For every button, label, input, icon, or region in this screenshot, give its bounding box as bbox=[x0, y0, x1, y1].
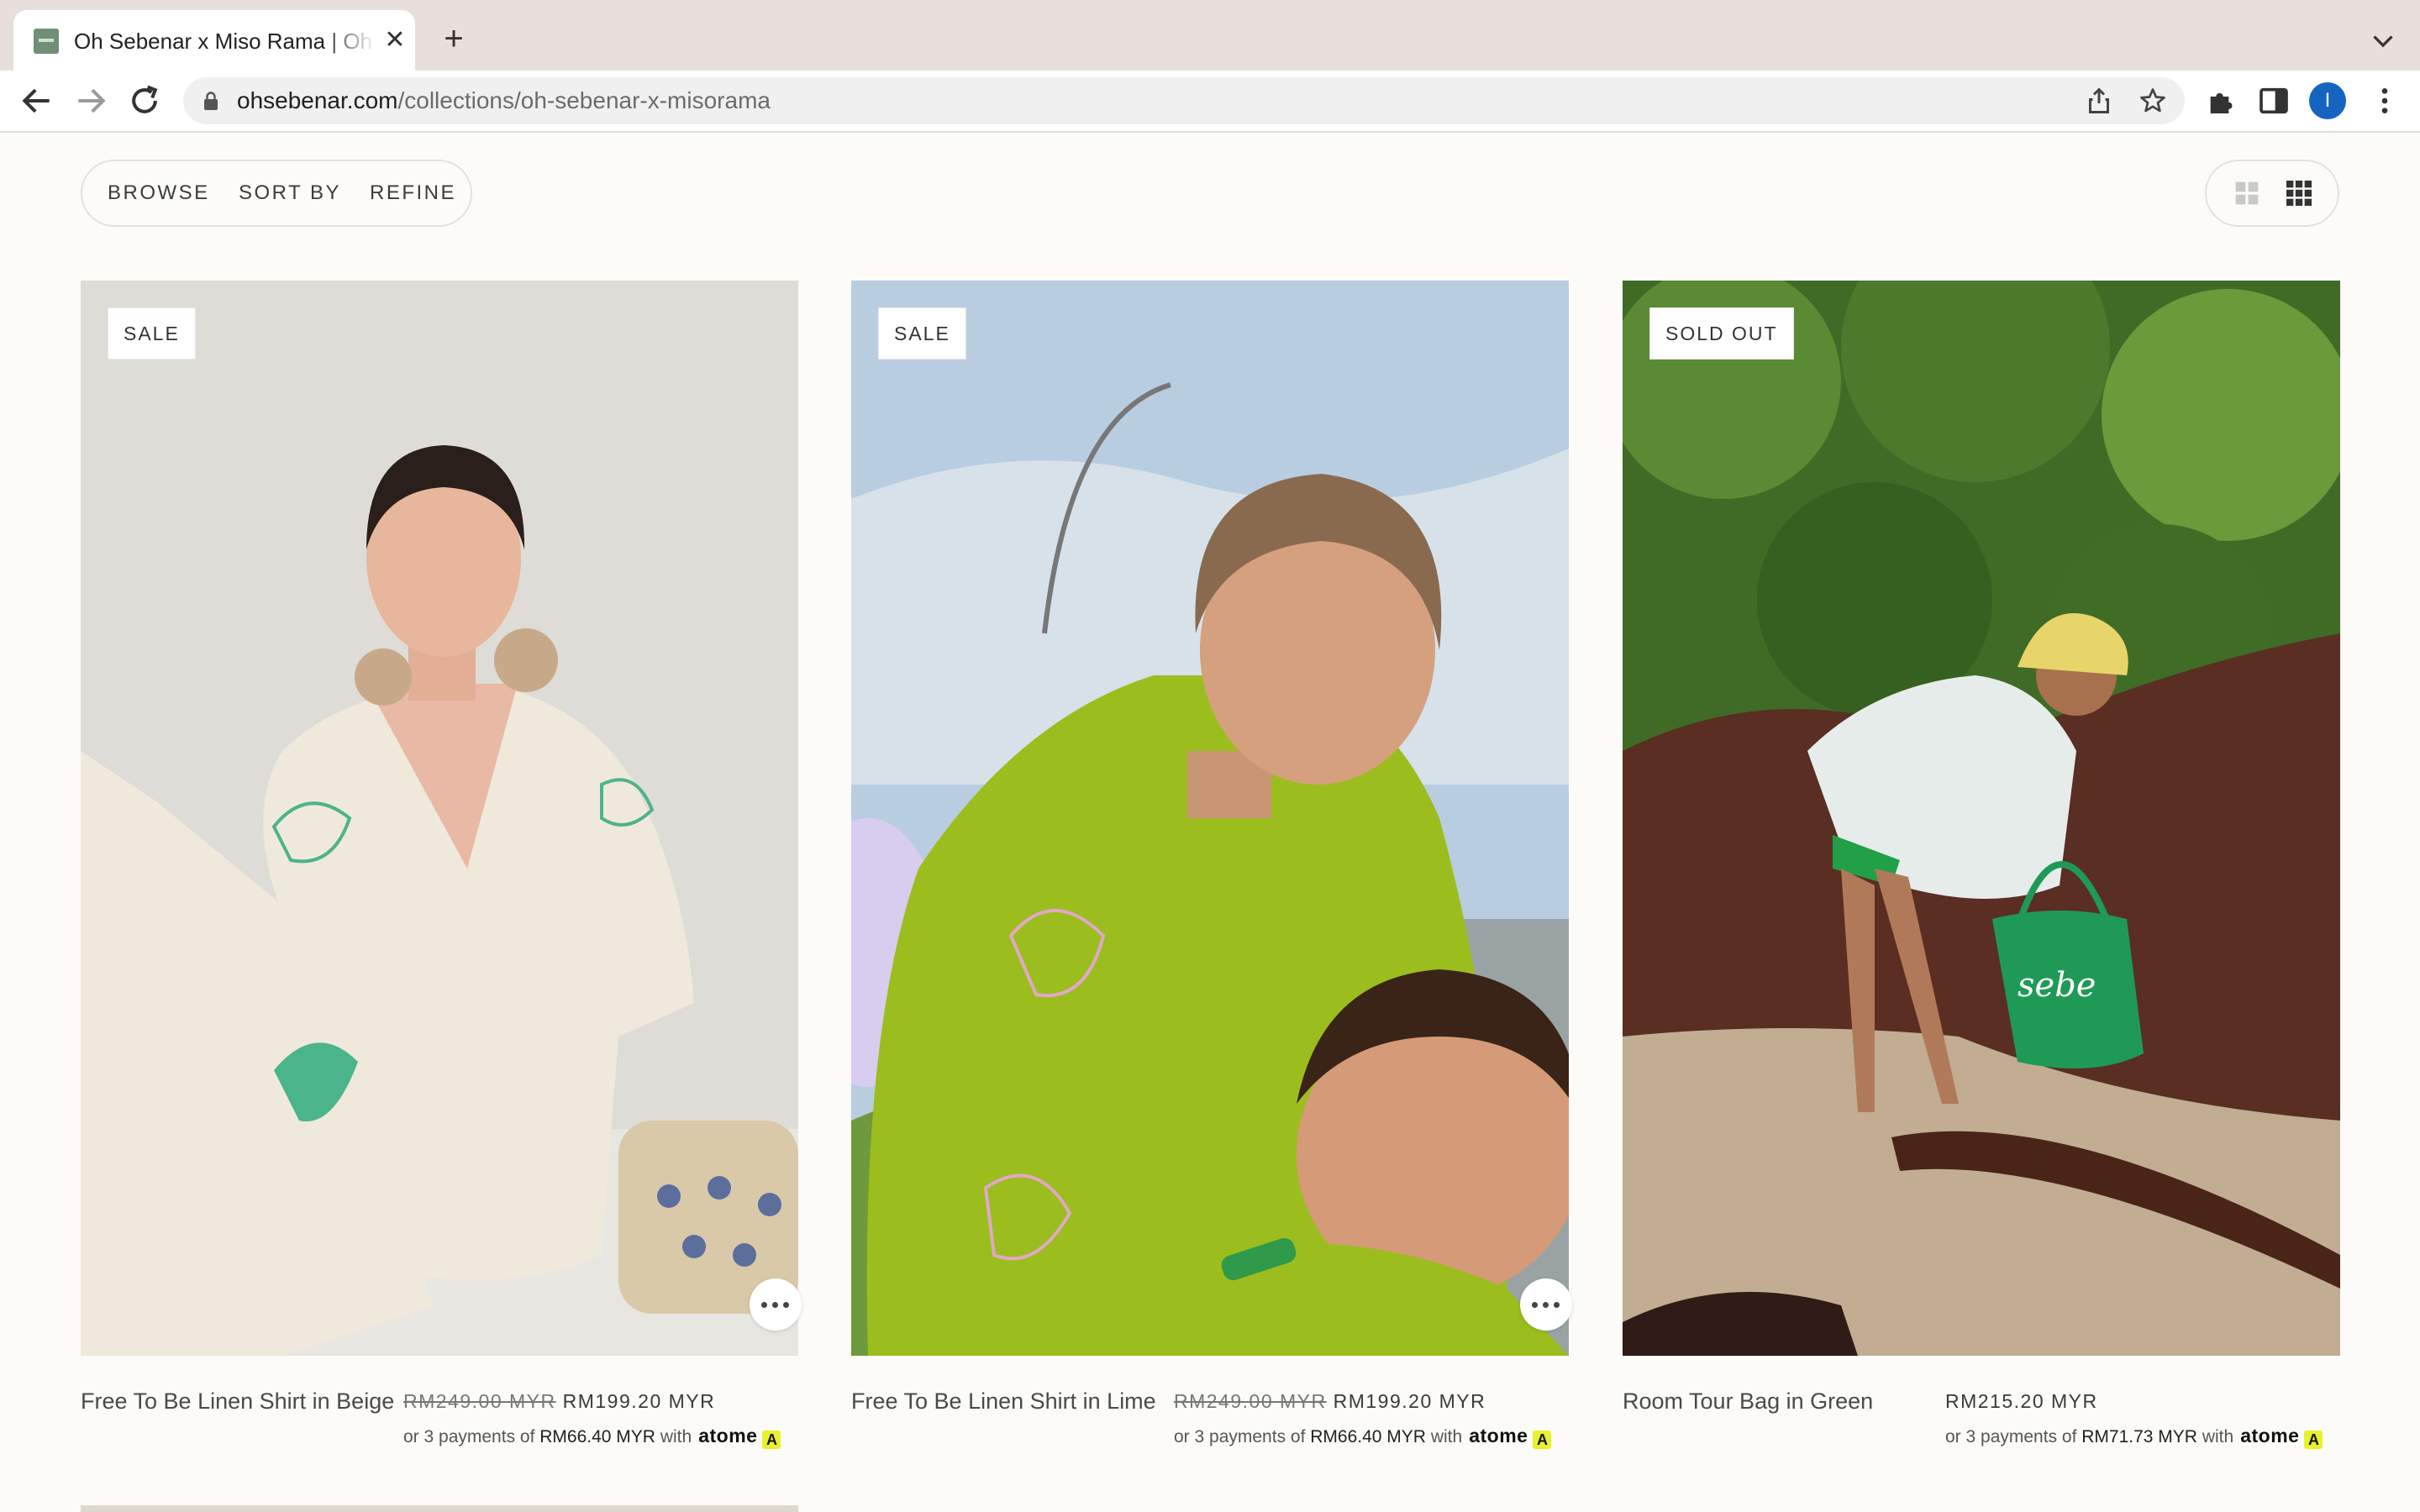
atome-logo[interactable]: atome bbox=[698, 1425, 757, 1446]
product-price: RM215.20 MYR or 3 payments of RM71.73 MY… bbox=[1945, 1386, 2349, 1452]
side-panel-icon[interactable] bbox=[2257, 84, 2291, 118]
tab-search-chevron-icon[interactable] bbox=[2368, 25, 2398, 55]
installment-prefix: or 3 payments of bbox=[1174, 1427, 1306, 1446]
compare-at-price: RM249.00 MYR bbox=[403, 1390, 556, 1412]
reload-icon[interactable] bbox=[126, 82, 163, 119]
installment-with: with bbox=[1430, 1427, 1463, 1446]
bookmark-star-icon[interactable] bbox=[2138, 86, 2168, 116]
installment-info: or 3 payments of RM66.40 MYR with atome A bbox=[1174, 1421, 1577, 1452]
back-arrow-icon[interactable] bbox=[18, 82, 55, 119]
browser-toolbar: ohsebenar.com/collections/oh-sebenar-x-m… bbox=[0, 71, 2420, 133]
next-row-product-image-peek bbox=[81, 1505, 798, 1512]
url-host: ohsebenar.com bbox=[237, 87, 398, 113]
product-name[interactable]: Room Tour Bag in Green bbox=[1623, 1386, 1873, 1416]
extensions-puzzle-icon[interactable] bbox=[2205, 84, 2238, 118]
more-menu-icon[interactable] bbox=[2368, 84, 2402, 118]
sold-out-badge: SOLD OUT bbox=[1649, 307, 1794, 360]
product-name[interactable]: Free To Be Linen Shirt in Beige bbox=[81, 1386, 394, 1416]
installment-with: with bbox=[660, 1427, 692, 1446]
installment-prefix: or 3 payments of bbox=[1945, 1427, 2077, 1446]
atome-mark-icon: A bbox=[762, 1431, 781, 1449]
atome-logo[interactable]: atome bbox=[1469, 1425, 1528, 1446]
browser-tab-strip: Oh Sebenar x Miso Rama | Oh Sebenar ✕ + bbox=[0, 0, 2420, 71]
installment-info: or 3 payments of RM71.73 MYR with atome A bbox=[1945, 1421, 2349, 1452]
installment-with: with bbox=[2202, 1427, 2234, 1446]
quick-view-button[interactable] bbox=[1520, 1278, 1572, 1331]
sale-price: RM199.20 MYR bbox=[1333, 1390, 1486, 1412]
installment-prefix: or 3 payments of bbox=[403, 1427, 535, 1446]
share-icon[interactable] bbox=[2084, 86, 2114, 116]
product-name[interactable]: Free To Be Linen Shirt in Lime bbox=[851, 1386, 1156, 1416]
browse-button[interactable]: BROWSE bbox=[108, 161, 210, 225]
site-favicon-icon bbox=[34, 29, 59, 54]
grid-view-toggle bbox=[2205, 160, 2339, 227]
installment-amount: RM66.40 MYR bbox=[1310, 1427, 1426, 1446]
large-grid-icon[interactable] bbox=[2230, 176, 2264, 210]
sale-price: RM199.20 MYR bbox=[562, 1390, 716, 1412]
atome-logo[interactable]: atome bbox=[2240, 1425, 2299, 1446]
profile-avatar[interactable]: I bbox=[2309, 82, 2346, 119]
product-image-green-bag[interactable]: sebe bbox=[1623, 281, 2340, 1356]
address-bar[interactable]: ohsebenar.com/collections/oh-sebenar-x-m… bbox=[183, 77, 2185, 124]
compare-at-price: RM249.00 MYR bbox=[1174, 1390, 1327, 1412]
small-grid-icon[interactable] bbox=[2282, 176, 2316, 210]
browser-tab-active[interactable]: Oh Sebenar x Miso Rama | Oh Sebenar ✕ bbox=[13, 10, 415, 71]
sale-badge: SALE bbox=[878, 307, 966, 360]
forward-arrow-icon[interactable] bbox=[72, 82, 109, 119]
atome-mark-icon: A bbox=[1533, 1431, 1552, 1449]
sale-badge: SALE bbox=[108, 307, 196, 360]
collection-filter-bar: BROWSE SORT BY REFINE bbox=[81, 160, 472, 227]
regular-price: RM215.20 MYR bbox=[1945, 1390, 2098, 1412]
installment-amount: RM66.40 MYR bbox=[539, 1427, 655, 1446]
product-price: RM249.00 MYR RM199.20 MYR or 3 payments o… bbox=[403, 1386, 807, 1452]
bag-print-text: sebe bbox=[2018, 966, 2096, 1005]
product-image-lime-shirt[interactable] bbox=[851, 281, 1569, 1356]
installment-info: or 3 payments of RM66.40 MYR with atome A bbox=[403, 1421, 807, 1452]
atome-mark-icon: A bbox=[2304, 1431, 2323, 1449]
url-text[interactable]: ohsebenar.com/collections/oh-sebenar-x-m… bbox=[237, 77, 771, 124]
product-image-beige-shirt[interactable] bbox=[81, 281, 798, 1356]
tab-title: Oh Sebenar x Miso Rama | Oh Sebenar bbox=[74, 29, 376, 54]
quick-view-button[interactable] bbox=[750, 1278, 802, 1331]
close-tab-icon[interactable]: ✕ bbox=[380, 25, 410, 55]
new-tab-icon[interactable]: + bbox=[437, 22, 471, 55]
url-path: /collections/oh-sebenar-x-misorama bbox=[397, 87, 771, 113]
refine-button[interactable]: REFINE bbox=[370, 161, 456, 225]
lock-icon[interactable] bbox=[202, 91, 220, 111]
sort-by-button[interactable]: SORT BY bbox=[239, 161, 341, 225]
product-price: RM249.00 MYR RM199.20 MYR or 3 payments o… bbox=[1174, 1386, 1577, 1452]
installment-amount: RM71.73 MYR bbox=[2081, 1427, 2197, 1446]
